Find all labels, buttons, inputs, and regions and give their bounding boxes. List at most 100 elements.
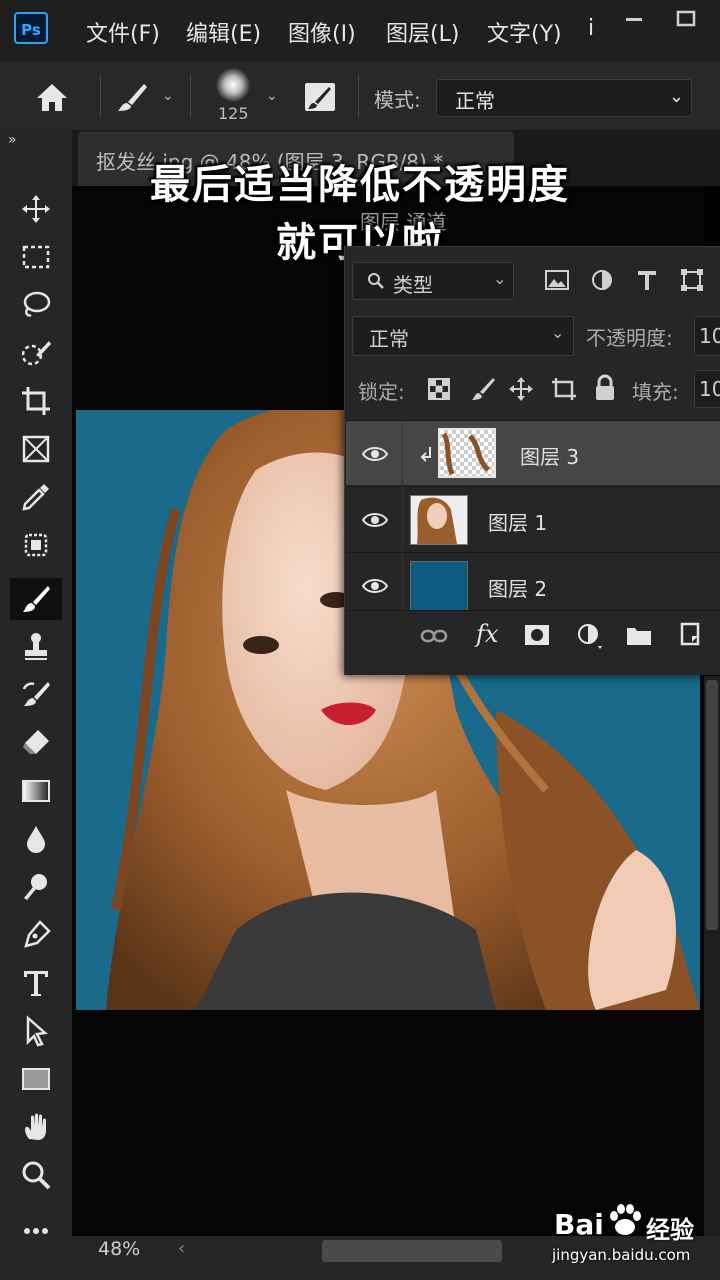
- drop-icon: [27, 826, 45, 853]
- eraser-icon: [23, 730, 49, 754]
- new-layer-icon[interactable]: [678, 622, 702, 646]
- healing-tool[interactable]: [10, 524, 62, 566]
- layer-filter-select[interactable]: 类型 ⌄: [352, 262, 514, 300]
- eyedropper-icon: [22, 484, 49, 511]
- lock-pixels-icon[interactable]: [470, 376, 496, 402]
- brush-tip-icon[interactable]: [216, 68, 250, 102]
- lock-all-icon[interactable]: [594, 374, 616, 402]
- history-brush-tool[interactable]: [10, 674, 62, 716]
- lasso-icon: [23, 291, 51, 317]
- mode-select[interactable]: 正常 ⌄: [436, 79, 692, 117]
- frame-tool[interactable]: [10, 428, 62, 470]
- eyedropper-tool[interactable]: [10, 476, 62, 518]
- lock-position-icon[interactable]: [508, 376, 534, 402]
- lock-transparent-icon[interactable]: [428, 378, 450, 400]
- scroll-left-icon[interactable]: ‹: [178, 1238, 185, 1259]
- dodge-tool[interactable]: [10, 866, 62, 908]
- adjustment-layer-icon[interactable]: [576, 622, 604, 650]
- home-icon[interactable]: [34, 80, 70, 114]
- eye-icon[interactable]: [362, 577, 388, 595]
- more-icon: [24, 1228, 48, 1234]
- brush-settings-icon[interactable]: [302, 80, 338, 114]
- image-filter-icon[interactable]: [544, 268, 570, 292]
- hand-icon: [25, 1113, 46, 1140]
- link-icon[interactable]: [420, 626, 448, 646]
- layer-name: 图层 2: [488, 577, 548, 601]
- chevron-down-icon[interactable]: ⌄: [266, 88, 278, 104]
- watermark-url: jingyan.baidu.com: [552, 1246, 691, 1264]
- layer-row-3[interactable]: 图层 3: [346, 420, 720, 485]
- menu-file[interactable]: 文件(F): [86, 16, 160, 48]
- collapse-panel-icon[interactable]: »: [8, 132, 17, 148]
- type-filter-icon[interactable]: [636, 268, 658, 292]
- frame-icon: [22, 435, 50, 463]
- crop-icon: [22, 387, 50, 415]
- fill-value: 10: [699, 377, 720, 401]
- zoom-tool[interactable]: [10, 1154, 62, 1196]
- shape-filter-icon[interactable]: [680, 268, 704, 292]
- divider: [358, 74, 359, 118]
- menu-layer[interactable]: 图层(L): [386, 16, 459, 48]
- magnifier-icon: [22, 1161, 51, 1190]
- opacity-value: 10: [699, 324, 720, 348]
- quick-select-tool[interactable]: [10, 332, 62, 374]
- minimize-icon[interactable]: [620, 8, 648, 30]
- blend-mode-value: 正常: [369, 327, 409, 351]
- lock-label: 锁定:: [358, 380, 405, 404]
- layer-thumbnail: [438, 428, 496, 478]
- gradient-tool[interactable]: [10, 770, 62, 812]
- chevron-down-icon: ⌄: [551, 323, 565, 342]
- history-brush-icon: [22, 682, 50, 706]
- dodge-icon: [24, 874, 47, 900]
- caption-line-1: 最后适当降低不透明度: [150, 162, 570, 208]
- eye-icon[interactable]: [362, 445, 388, 463]
- layer-row-2[interactable]: 图层 2: [346, 552, 720, 617]
- lasso-tool[interactable]: [10, 284, 62, 326]
- fx-icon[interactable]: fx: [476, 620, 498, 648]
- brush-preset-icon[interactable]: [114, 80, 150, 114]
- path-select-tool[interactable]: [10, 1010, 62, 1052]
- mode-value: 正常: [455, 89, 495, 113]
- lock-artboard-icon[interactable]: [550, 376, 578, 402]
- divider: [190, 74, 191, 118]
- horizontal-scroll-thumb[interactable]: [322, 1240, 502, 1262]
- layer-thumbnail: [410, 495, 468, 545]
- quick-select-icon: [21, 341, 51, 366]
- menu-type[interactable]: 文字(Y): [487, 16, 562, 48]
- layer-row-1[interactable]: 图层 1: [346, 486, 720, 551]
- pen-icon: [24, 920, 51, 948]
- brush-tool[interactable]: [10, 578, 62, 620]
- menu-edit[interactable]: 编辑(E): [186, 16, 261, 48]
- hand-tool[interactable]: [10, 1106, 62, 1148]
- maximize-icon[interactable]: [672, 8, 700, 30]
- menu-more[interactable]: i: [588, 16, 594, 41]
- rectangle-tool[interactable]: [10, 1058, 62, 1100]
- zoom-level[interactable]: 48%: [98, 1238, 140, 1260]
- adjustment-filter-icon[interactable]: [590, 268, 614, 292]
- divider: [100, 74, 101, 118]
- more-tools[interactable]: [10, 1210, 62, 1252]
- brush-icon: [23, 586, 50, 612]
- fill-input[interactable]: 10: [694, 370, 720, 408]
- gradient-icon: [22, 780, 50, 802]
- chevron-down-icon[interactable]: ⌄: [162, 88, 174, 104]
- mode-label: 模式:: [374, 88, 421, 112]
- watermark-brand: Bai: [554, 1208, 604, 1241]
- watermark-brand-suffix: 经验: [646, 1216, 694, 1244]
- rectangle-icon: [22, 1068, 50, 1090]
- chevron-down-icon: ⌄: [493, 269, 507, 288]
- type-tool[interactable]: [10, 962, 62, 1004]
- stamp-tool[interactable]: [10, 626, 62, 668]
- opacity-input[interactable]: 10: [694, 316, 720, 356]
- vertical-scroll-thumb[interactable]: [706, 680, 718, 930]
- blend-mode-select[interactable]: 正常 ⌄: [352, 316, 574, 356]
- folder-icon[interactable]: [626, 624, 652, 646]
- blur-tool[interactable]: [10, 818, 62, 860]
- crop-tool[interactable]: [10, 380, 62, 422]
- pen-tool[interactable]: [10, 914, 62, 956]
- eraser-tool[interactable]: [10, 722, 62, 764]
- layer-mask-icon[interactable]: [524, 624, 550, 646]
- eye-icon[interactable]: [362, 511, 388, 529]
- menu-image[interactable]: 图像(I): [288, 16, 356, 48]
- layer-thumbnail: [410, 561, 468, 611]
